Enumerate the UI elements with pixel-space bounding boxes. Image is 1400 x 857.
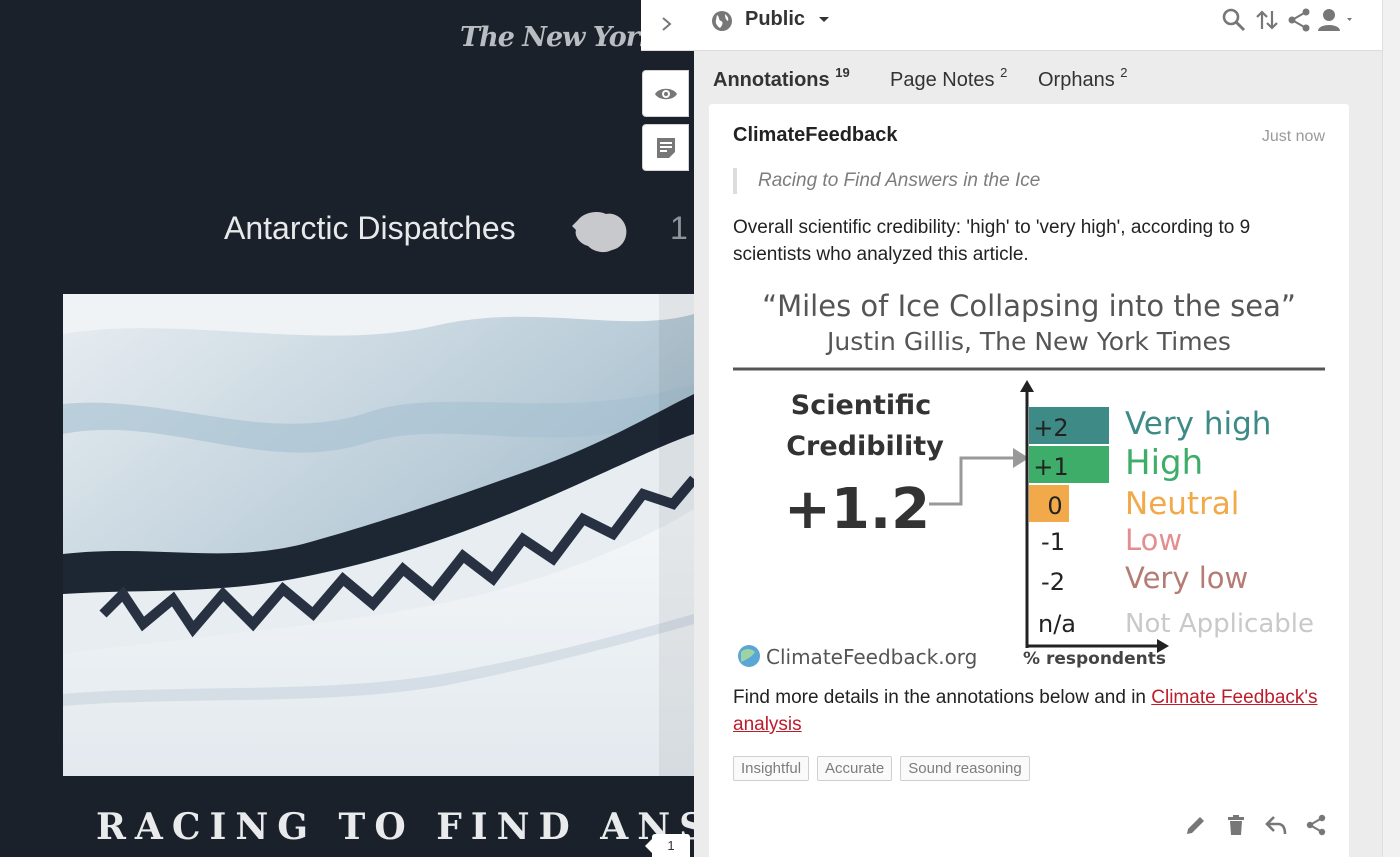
score-label-line1: Scientific bbox=[791, 390, 931, 421]
trash-icon bbox=[1228, 815, 1244, 835]
globe-icon bbox=[712, 11, 732, 31]
tab-annotations[interactable]: Annotations 19 bbox=[713, 65, 850, 92]
scale-value: -2 bbox=[1041, 568, 1065, 596]
edit-button[interactable] bbox=[1183, 812, 1209, 838]
annotation-quote[interactable]: Racing to Find Answers in the Ice bbox=[733, 168, 1040, 194]
hero-image bbox=[63, 294, 694, 776]
page-note-icon bbox=[656, 137, 675, 158]
scale-label: Very low bbox=[1125, 561, 1248, 595]
annotation-sidebar: Annotations 19 Page Notes 2 Orphans 2 Cl… bbox=[694, 51, 1382, 857]
scale-value: -1 bbox=[1041, 528, 1065, 556]
tab-label: Annotations bbox=[713, 69, 830, 91]
scale-value: n/a bbox=[1038, 610, 1076, 638]
tab-label: Page Notes bbox=[890, 69, 995, 91]
scale-label: High bbox=[1125, 443, 1203, 483]
annotation-count-badge[interactable]: 1 bbox=[645, 834, 690, 857]
tab-page-notes[interactable]: Page Notes 2 bbox=[890, 65, 1007, 92]
tab-count: 2 bbox=[1120, 65, 1128, 80]
sort-icon[interactable] bbox=[1254, 7, 1280, 33]
scale-label: Very high bbox=[1125, 406, 1271, 442]
eye-icon bbox=[654, 88, 677, 99]
reply-button[interactable] bbox=[1263, 812, 1289, 838]
tab-orphans[interactable]: Orphans 2 bbox=[1038, 65, 1128, 92]
figure-x-axis-label: % respondents bbox=[1023, 649, 1166, 669]
group-selector[interactable]: Public bbox=[745, 8, 805, 31]
figure-subtitle: Justin Gillis, The New York Times bbox=[825, 327, 1231, 356]
annotation-username[interactable]: ClimateFeedback bbox=[733, 124, 898, 147]
sidebar-topbar: Public bbox=[641, 0, 1382, 51]
score-label-line2: Credibility bbox=[786, 431, 944, 462]
credibility-figure: “Miles of Ice Collapsing into the sea” J… bbox=[733, 280, 1325, 672]
footer-text: Find more details in the annotations bel… bbox=[733, 687, 1152, 708]
scale-value: +1 bbox=[1033, 453, 1068, 481]
tag[interactable]: Accurate bbox=[817, 756, 893, 781]
share-button[interactable] bbox=[1303, 812, 1329, 838]
antarctica-icon bbox=[572, 212, 627, 253]
tag-list: Insightful Accurate Sound reasoning bbox=[733, 756, 1030, 781]
annotation-card[interactable]: ClimateFeedback Just now Racing to Find … bbox=[709, 104, 1349, 857]
new-page-note-button[interactable] bbox=[642, 124, 689, 171]
search-icon[interactable] bbox=[1221, 7, 1247, 33]
chevron-right-icon[interactable] bbox=[657, 12, 677, 36]
chevron-down-icon[interactable] bbox=[819, 17, 829, 22]
scrollbar[interactable] bbox=[1382, 0, 1400, 857]
annotation-actions bbox=[1183, 812, 1329, 838]
delete-button[interactable] bbox=[1223, 812, 1249, 838]
tab-count: 19 bbox=[835, 65, 850, 80]
sidebar-tabs: Annotations 19 Page Notes 2 Orphans 2 bbox=[694, 51, 1382, 103]
credibility-score: +1.2 bbox=[784, 477, 930, 542]
tab-label: Orphans bbox=[1038, 69, 1115, 91]
annotation-footer: Find more details in the annotations bel… bbox=[733, 684, 1333, 738]
scale-value: +2 bbox=[1033, 414, 1068, 442]
toggle-highlights-button[interactable] bbox=[642, 70, 689, 117]
tag[interactable]: Sound reasoning bbox=[900, 756, 1030, 781]
annotation-body: Overall scientific credibility: 'high' t… bbox=[733, 217, 1251, 265]
reply-icon bbox=[1265, 816, 1287, 835]
annotation-timestamp[interactable]: Just now bbox=[1262, 128, 1325, 146]
scale-label: Neutral bbox=[1125, 486, 1239, 522]
series-number: 1 bbox=[670, 210, 688, 246]
scale-label: Not Applicable bbox=[1125, 609, 1314, 639]
tag[interactable]: Insightful bbox=[733, 756, 810, 781]
tab-count: 2 bbox=[1000, 65, 1008, 80]
figure-title: “Miles of Ice Collapsing into the sea” bbox=[762, 289, 1296, 323]
figure-source: ClimateFeedback.org bbox=[766, 645, 977, 669]
series-title: Antarctic Dispatches bbox=[224, 210, 516, 246]
pencil-icon bbox=[1187, 817, 1204, 834]
share-icon[interactable] bbox=[1286, 7, 1312, 33]
scale-label: Low bbox=[1125, 523, 1182, 557]
share-icon bbox=[1306, 814, 1326, 836]
scale-value: 0 bbox=[1047, 492, 1062, 520]
user-icon[interactable] bbox=[1317, 7, 1357, 33]
